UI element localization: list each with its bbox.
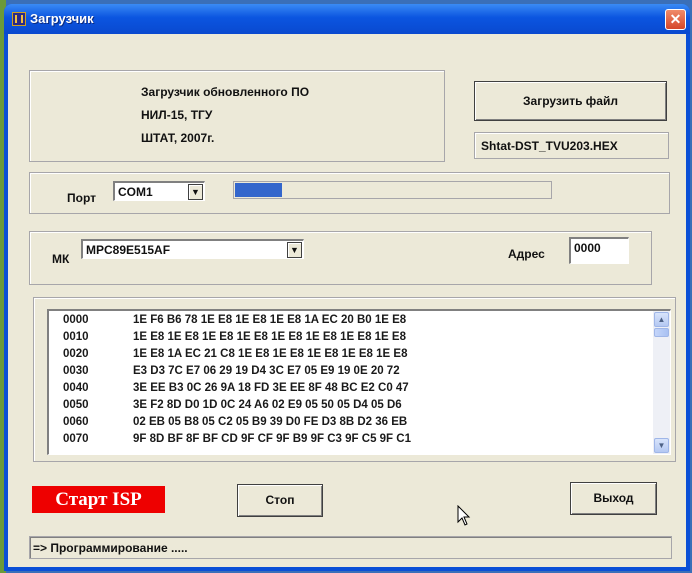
status-bar: => Программирование ..... bbox=[29, 536, 672, 559]
load-file-button[interactable]: Загрузить файл bbox=[474, 81, 667, 121]
file-name-box: Shtat-DST_TVU203.HEX bbox=[474, 132, 669, 159]
hex-row: 0000 1E F6 B6 78 1E E8 1E E8 1E E8 1A EC … bbox=[63, 314, 407, 326]
address-label: Адрес bbox=[508, 247, 545, 261]
loader-window: Загрузчик ✕ Загрузчик обновленного ПО НИ… bbox=[4, 4, 690, 571]
hex-row: 0010 1E E8 1E E8 1E E8 1E E8 1E E8 1E E8 … bbox=[63, 331, 406, 343]
hex-row: 0030 E3 D3 7C E7 06 29 19 D4 3C E7 05 E9 … bbox=[63, 365, 400, 377]
hex-row: 0040 3E EE B3 0C 26 9A 18 FD 3E EE 8F 48 … bbox=[63, 382, 409, 394]
info-title: Загрузчик обновленного ПО bbox=[141, 85, 310, 99]
title-bar[interactable]: Загрузчик ✕ bbox=[4, 4, 690, 34]
vertical-scrollbar[interactable]: ▲ ▼ bbox=[653, 311, 670, 454]
hex-row: 0060 02 EB 05 B8 05 C2 05 B9 39 D0 FE D3 … bbox=[63, 416, 408, 428]
window-title: Загрузчик bbox=[30, 11, 94, 26]
file-name: Shtat-DST_TVU203.HEX bbox=[481, 139, 618, 153]
hex-row: 0070 9F 8D BF 8F BF CD 9F CF 9F B9 9F C3 … bbox=[63, 433, 411, 445]
dialog-client: Загрузчик обновленного ПО НИЛ-15, ТГУ ШТ… bbox=[8, 34, 686, 567]
hex-listbox[interactable]: 0000 1E F6 B6 78 1E E8 1E E8 1E E8 1A EC … bbox=[47, 309, 671, 455]
port-value: COM1 bbox=[118, 185, 153, 199]
info-panel: Загрузчик обновленного ПО НИЛ-15, ТГУ ШТ… bbox=[29, 70, 445, 162]
info-org: НИЛ-15, ТГУ bbox=[141, 108, 213, 122]
stop-button[interactable]: Стоп bbox=[237, 484, 323, 517]
scroll-thumb[interactable] bbox=[654, 328, 669, 337]
mk-value: MPC89E515AF bbox=[86, 243, 171, 257]
info-year: ШТАТ, 2007г. bbox=[141, 131, 215, 145]
exit-button[interactable]: Выход bbox=[570, 482, 657, 515]
hex-row: 0050 3E F2 8D D0 1D 0C 24 A6 02 E9 05 50 … bbox=[63, 399, 402, 411]
app-icon bbox=[12, 12, 26, 26]
dropdown-arrow-icon[interactable]: ▼ bbox=[287, 242, 302, 258]
address-input[interactable]: 0000 bbox=[569, 237, 629, 264]
mouse-cursor-icon bbox=[457, 505, 471, 526]
close-button[interactable]: ✕ bbox=[665, 9, 686, 30]
mk-label: МК bbox=[52, 252, 70, 266]
port-select[interactable]: COM1 ▼ bbox=[113, 181, 205, 201]
dropdown-arrow-icon[interactable]: ▼ bbox=[188, 184, 203, 200]
port-label: Порт bbox=[67, 191, 97, 205]
close-icon: ✕ bbox=[669, 11, 682, 27]
mk-select[interactable]: MPC89E515AF ▼ bbox=[81, 239, 304, 259]
progress-fill bbox=[235, 183, 282, 197]
address-value: 0000 bbox=[574, 241, 601, 255]
scroll-down-icon[interactable]: ▼ bbox=[654, 438, 669, 453]
start-isp-button[interactable]: Старт ISP bbox=[32, 486, 165, 513]
scroll-up-icon[interactable]: ▲ bbox=[654, 312, 669, 327]
hex-row: 0020 1E E8 1A EC 21 C8 1E E8 1E E8 1E E8 … bbox=[63, 348, 408, 360]
progress-bar bbox=[233, 181, 552, 199]
